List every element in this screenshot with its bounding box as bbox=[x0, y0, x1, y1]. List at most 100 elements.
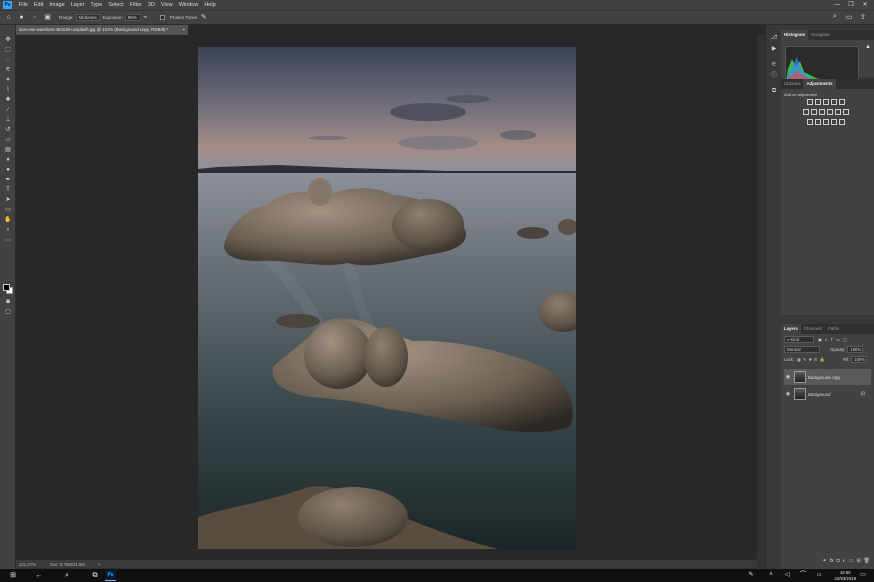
brightness-icon[interactable] bbox=[807, 99, 813, 105]
opacity-input[interactable]: 100% bbox=[847, 346, 864, 353]
menu-file[interactable]: File bbox=[16, 2, 31, 8]
quick-mask-icon[interactable]: ◙ bbox=[3, 298, 13, 307]
photo-filter-icon[interactable] bbox=[827, 109, 833, 115]
history-brush-icon[interactable]: ↺ bbox=[3, 126, 13, 135]
fill-input[interactable]: 100% bbox=[851, 356, 868, 363]
home-icon[interactable]: ⌂ bbox=[4, 13, 13, 22]
black-white-icon[interactable] bbox=[819, 109, 825, 115]
new-group-icon[interactable]: ▭ bbox=[849, 556, 854, 566]
photoshop-taskbar-icon[interactable]: Ps bbox=[105, 570, 116, 581]
foreground-color-swatch[interactable] bbox=[3, 284, 10, 291]
search-icon[interactable]: ⌕ bbox=[830, 13, 840, 21]
search-icon[interactable]: ⌕ bbox=[60, 569, 74, 582]
shape-tool-icon[interactable]: ▭ bbox=[3, 206, 13, 215]
more-tools-icon[interactable]: ⋯ bbox=[3, 237, 13, 246]
layer-name[interactable]: Background bbox=[808, 392, 830, 397]
back-arrow-icon[interactable]: ← bbox=[32, 569, 46, 582]
layer-row[interactable]: ◉ Background copy bbox=[784, 369, 871, 385]
workspace-icon[interactable]: ▭ bbox=[844, 13, 854, 21]
layer-row[interactable]: ◉ Background ⊡ bbox=[784, 386, 871, 402]
threshold-icon[interactable] bbox=[823, 119, 829, 125]
menu-select[interactable]: Select bbox=[105, 2, 126, 8]
eraser-icon[interactable]: ▱ bbox=[3, 136, 13, 145]
airbrush-icon[interactable]: ⌁ bbox=[141, 13, 150, 22]
windows-start-icon[interactable]: ⊞ bbox=[6, 569, 20, 582]
info-icon[interactable]: ⓘ bbox=[769, 72, 779, 81]
zoom-tool-icon[interactable]: ⌕ bbox=[3, 226, 13, 235]
close-icon[interactable]: ✕ bbox=[858, 0, 872, 10]
tab-channels[interactable]: Channels bbox=[801, 324, 825, 334]
keyboard-icon[interactable]: ▭ bbox=[812, 569, 826, 582]
menu-type[interactable]: Type bbox=[87, 2, 105, 8]
tab-histogram[interactable]: Histogram bbox=[781, 30, 809, 40]
maximize-icon[interactable]: ❐ bbox=[844, 0, 858, 10]
blur-tool-icon[interactable]: ♦ bbox=[3, 156, 13, 165]
fx-icon[interactable]: fx bbox=[830, 556, 834, 566]
new-adjustment-icon[interactable]: ◐ bbox=[843, 556, 846, 566]
brush-panel-icon[interactable]: ⚟ bbox=[769, 61, 779, 70]
menu-view[interactable]: View bbox=[158, 2, 176, 8]
zoom-level[interactable]: 121.27% bbox=[19, 560, 36, 569]
gradient-tool-icon[interactable]: ▤ bbox=[3, 146, 13, 155]
exposure-input[interactable]: 96% bbox=[124, 14, 141, 21]
menu-filter[interactable]: Filter bbox=[127, 2, 145, 8]
pen-tool-icon[interactable]: ✒ bbox=[3, 176, 13, 185]
menu-3d[interactable]: 3D bbox=[145, 2, 158, 8]
range-select[interactable]: Midtones bbox=[75, 14, 100, 21]
close-tab-icon[interactable]: × bbox=[182, 25, 185, 35]
color-lookup-icon[interactable] bbox=[843, 109, 849, 115]
exposure-icon[interactable] bbox=[831, 99, 837, 105]
protect-tones-checkbox[interactable] bbox=[159, 15, 165, 20]
tab-adjustments[interactable]: Adjustments bbox=[803, 79, 836, 89]
dodge-tool-icon[interactable]: ● bbox=[17, 13, 26, 22]
delete-layer-icon[interactable]: 🗑 bbox=[864, 556, 870, 566]
pen-icon[interactable]: ✎ bbox=[744, 569, 758, 582]
color-balance-icon[interactable] bbox=[811, 109, 817, 115]
type-tool-icon[interactable]: T bbox=[3, 186, 13, 195]
document-tab[interactable]: sion-van-waerkom-453135-unsplash.jpg @ 1… bbox=[16, 25, 188, 35]
move-tool-icon[interactable]: ✥ bbox=[3, 36, 13, 45]
curves-icon[interactable] bbox=[823, 99, 829, 105]
network-icon[interactable]: ⌒ bbox=[796, 569, 810, 582]
gradient-map-icon[interactable] bbox=[831, 119, 837, 125]
history-icon[interactable]: ⎇ bbox=[769, 34, 779, 43]
volume-icon[interactable]: ◁ bbox=[780, 569, 794, 582]
visibility-eye-icon[interactable]: ◉ bbox=[784, 391, 792, 397]
menu-edit[interactable]: Edit bbox=[31, 2, 46, 8]
posterize-icon[interactable] bbox=[815, 119, 821, 125]
new-layer-icon[interactable]: ⊞ bbox=[856, 556, 860, 566]
quick-select-icon[interactable]: ⚟ bbox=[3, 66, 13, 75]
warning-icon[interactable]: ▲ bbox=[865, 44, 871, 50]
notifications-icon[interactable]: ▭ bbox=[856, 569, 870, 582]
play-actions-icon[interactable]: ▶ bbox=[769, 45, 779, 54]
menu-help[interactable]: Help bbox=[201, 2, 218, 8]
visibility-eye-icon[interactable]: ◉ bbox=[784, 374, 792, 380]
document-image[interactable] bbox=[198, 47, 576, 549]
lock-icons[interactable]: ▦✎✥⊡🔒 bbox=[797, 357, 827, 363]
tab-layers[interactable]: Layers bbox=[781, 324, 801, 334]
clone-stamp-icon[interactable]: ⊥ bbox=[3, 116, 13, 125]
brush-settings-icon[interactable]: ▣ bbox=[43, 13, 52, 22]
photoshop-logo[interactable]: Ps bbox=[3, 1, 12, 9]
status-menu-arrow[interactable]: > bbox=[98, 560, 101, 569]
menu-layer[interactable]: Layer bbox=[68, 2, 88, 8]
selective-color-icon[interactable] bbox=[839, 119, 845, 125]
tray-chevron-icon[interactable]: ˄ bbox=[764, 569, 778, 582]
task-view-icon[interactable]: ⧉ bbox=[88, 569, 102, 582]
channel-mixer-icon[interactable] bbox=[835, 109, 841, 115]
system-clock[interactable]: 15:55 22/03/2019 bbox=[834, 570, 856, 581]
tab-paths[interactable]: Paths bbox=[825, 324, 842, 334]
filter-icons[interactable]: ▣◐T▭▢ bbox=[818, 337, 850, 342]
blend-mode-select[interactable]: Normal bbox=[784, 346, 820, 353]
crop-tool-icon[interactable]: ⌗ bbox=[3, 76, 13, 85]
marquee-tool-icon[interactable]: ⬚ bbox=[3, 46, 13, 55]
invert-icon[interactable] bbox=[807, 119, 813, 125]
menu-window[interactable]: Window bbox=[176, 2, 202, 8]
tab-navigator[interactable]: Navigator bbox=[808, 30, 832, 40]
pressure-icon[interactable]: ✎ bbox=[199, 13, 208, 22]
add-mask-icon[interactable]: ◘ bbox=[837, 556, 840, 566]
path-select-icon[interactable]: ➤ bbox=[3, 196, 13, 205]
link-layers-icon[interactable]: ⚭ bbox=[823, 556, 827, 566]
lasso-tool-icon[interactable]: ◌ bbox=[3, 56, 13, 65]
hand-tool-icon[interactable]: ✋ bbox=[3, 216, 13, 225]
